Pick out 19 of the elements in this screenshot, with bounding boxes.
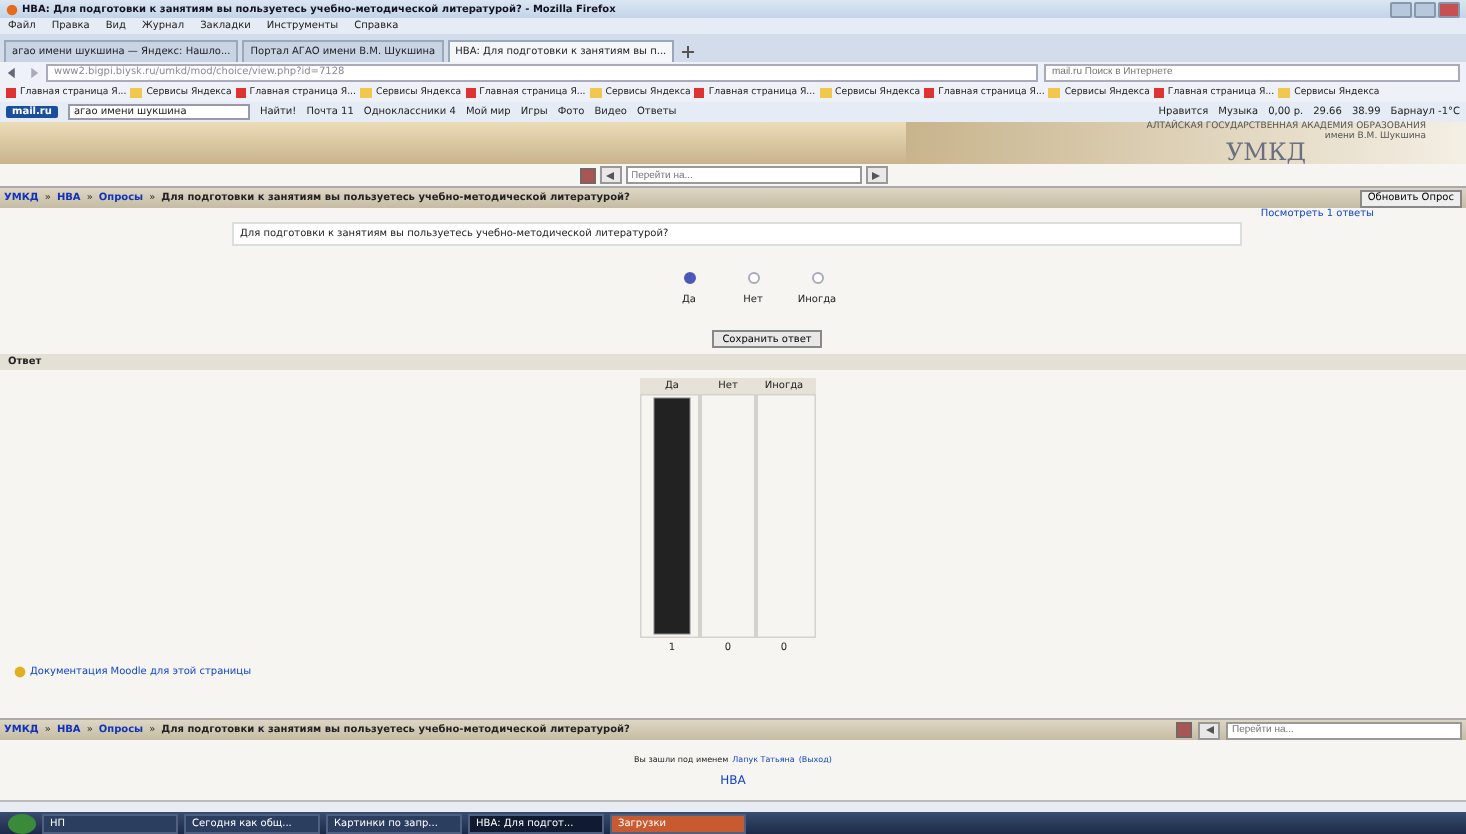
minimize-button[interactable] (1390, 1, 1412, 17)
left-triangle-icon (606, 171, 614, 179)
right-triangle-icon (872, 171, 880, 179)
info-icon (14, 666, 26, 678)
browser-icon (6, 3, 18, 15)
close-button[interactable] (1438, 1, 1460, 17)
previous-button[interactable] (1198, 721, 1220, 739)
left-triangle-icon (1205, 726, 1213, 734)
start-button[interactable] (8, 813, 36, 833)
radio-button[interactable] (811, 272, 823, 284)
navigation-icon[interactable] (579, 167, 595, 183)
logo-text: УМКД (1225, 142, 1306, 164)
previous-button[interactable] (599, 166, 621, 184)
maximize-button[interactable] (1414, 1, 1436, 17)
radio-button[interactable] (683, 272, 695, 284)
next-button[interactable] (865, 166, 887, 184)
radio-button[interactable] (747, 272, 759, 284)
new-tab-button[interactable] (678, 42, 699, 62)
plus-icon (682, 46, 695, 58)
